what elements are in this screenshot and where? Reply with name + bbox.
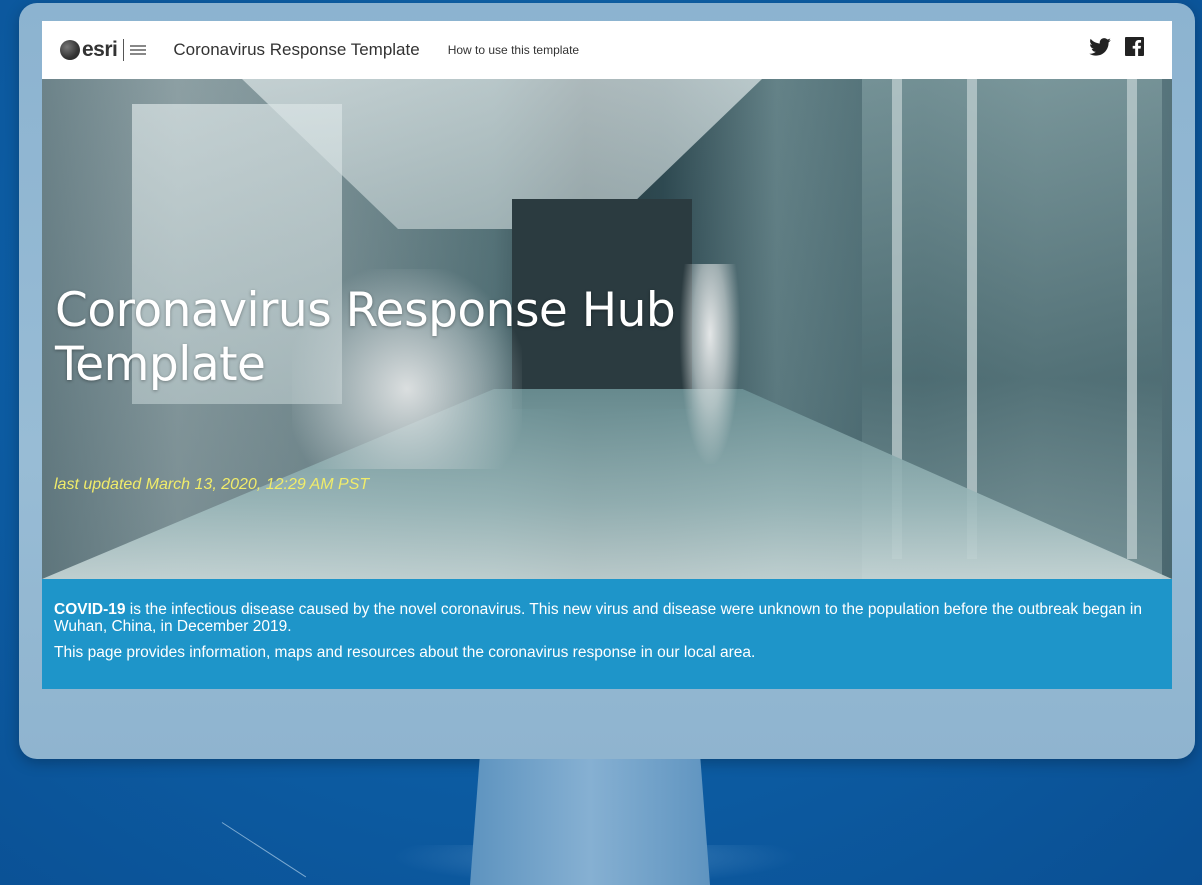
hero-banner: Coronavirus Response Hub Template last u… <box>42 79 1172 579</box>
social-links <box>1089 37 1144 56</box>
site-title-link[interactable]: Coronavirus Response Template <box>173 40 419 60</box>
intro-band: COVID-19 is the infectious disease cause… <box>42 579 1172 689</box>
facebook-icon[interactable] <box>1125 37 1144 56</box>
logo-wordmark: esri <box>82 38 118 61</box>
website-screen: esri Coronavirus Response Template How t… <box>42 21 1172 689</box>
esri-logo[interactable]: esri <box>60 21 147 79</box>
logo-tagline-mark <box>130 45 147 55</box>
decorative-line <box>221 822 307 878</box>
intro-paragraph-local: This page provides information, maps and… <box>54 644 756 661</box>
monitor-stand <box>470 759 710 885</box>
logo-divider <box>123 39 125 61</box>
globe-icon <box>60 40 80 60</box>
hero-title: Coronavirus Response Hub Template <box>55 283 676 392</box>
hero-photo-frame <box>967 79 977 559</box>
how-to-use-link[interactable]: How to use this template <box>448 43 579 57</box>
intro-paragraph: COVID-19 is the infectious disease cause… <box>54 601 1160 635</box>
intro-text: is the infectious disease caused by the … <box>54 601 1142 635</box>
hero-photo-frame <box>1127 79 1137 559</box>
top-nav: esri Coronavirus Response Template How t… <box>42 21 1172 79</box>
last-updated-text: last updated March 13, 2020, 12:29 AM PS… <box>54 476 370 493</box>
covid-label: COVID-19 <box>54 601 126 618</box>
twitter-icon[interactable] <box>1089 37 1111 56</box>
